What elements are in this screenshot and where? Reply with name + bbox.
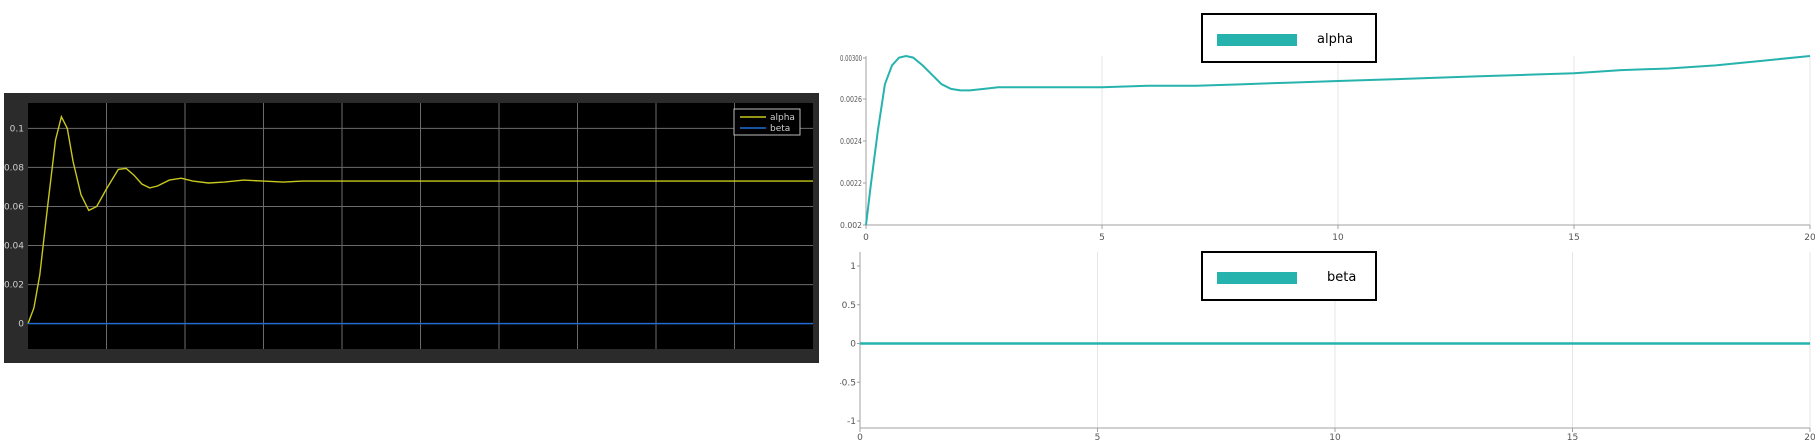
scope-y-tick-label: 0.06 (4, 202, 24, 212)
alpha-y-tick-label: 0.0022 (840, 179, 862, 188)
scope-y-tick-label: 0 (18, 320, 24, 330)
beta-x-tick-label: 10 (1329, 433, 1341, 442)
alpha-legend-label: alpha (1317, 32, 1353, 47)
beta-y-tick-labels: -1 -0.5 0 0.5 1 (840, 262, 860, 427)
scope-y-tick-label: 0.02 (4, 281, 24, 291)
scope-legend: alpha beta (733, 108, 801, 136)
alpha-y-tick-label: 0.002 (840, 221, 862, 230)
beta-legend-label: beta (1327, 270, 1356, 285)
beta-legend: beta (1201, 251, 1377, 301)
beta-y-tick-label: 0.5 (842, 301, 856, 311)
scope-legend-alpha-label: alpha (770, 113, 795, 123)
beta-x-tick-label: 20 (1804, 433, 1815, 442)
scope-y-tick-label: 0.08 (4, 163, 24, 173)
beta-chart: 0 5 10 15 20 -1 -0.5 0 0.5 1 beta (840, 251, 1815, 442)
beta-x-tick-label: 0 (857, 433, 863, 442)
scope-y-tick-label: 0.1 (10, 124, 24, 134)
beta-x-tick-labels: 0 5 10 15 20 (857, 428, 1815, 442)
alpha-legend-swatch (1217, 34, 1297, 46)
beta-y-tick-label: 1 (850, 262, 856, 272)
scope-legend-beta-label: beta (770, 124, 790, 134)
alpha-y-tick-labels: 0.002 0.0022 0.0024 0.0026 0.00300 (840, 54, 866, 230)
alpha-y-tick-label: 0.0024 (840, 137, 862, 146)
scope-y-tick-label: 0.04 (4, 242, 24, 252)
beta-x-tick-label: 15 (1567, 433, 1578, 442)
alpha-grid (1101, 56, 1811, 225)
alpha-chart: 0 5 10 15 20 0.0020.00220.00240.00260.00300 … (840, 13, 1815, 243)
beta-x-tick-label: 5 (1095, 433, 1101, 442)
alpha-y-tick-label: 0.00300 (840, 54, 862, 63)
beta-y-tick-label: -0.5 (840, 378, 856, 388)
alpha-y-tick-label: 0.0026 (840, 95, 862, 104)
beta-y-tick-label: -1 (847, 417, 856, 427)
beta-y-tick-label: 0 (850, 340, 856, 350)
alpha-legend: alpha (1201, 13, 1377, 63)
beta-legend-swatch (1217, 272, 1297, 284)
scope-chart: 0 0.02 0.04 0.06 0.08 0.1 alpha beta (4, 93, 819, 363)
